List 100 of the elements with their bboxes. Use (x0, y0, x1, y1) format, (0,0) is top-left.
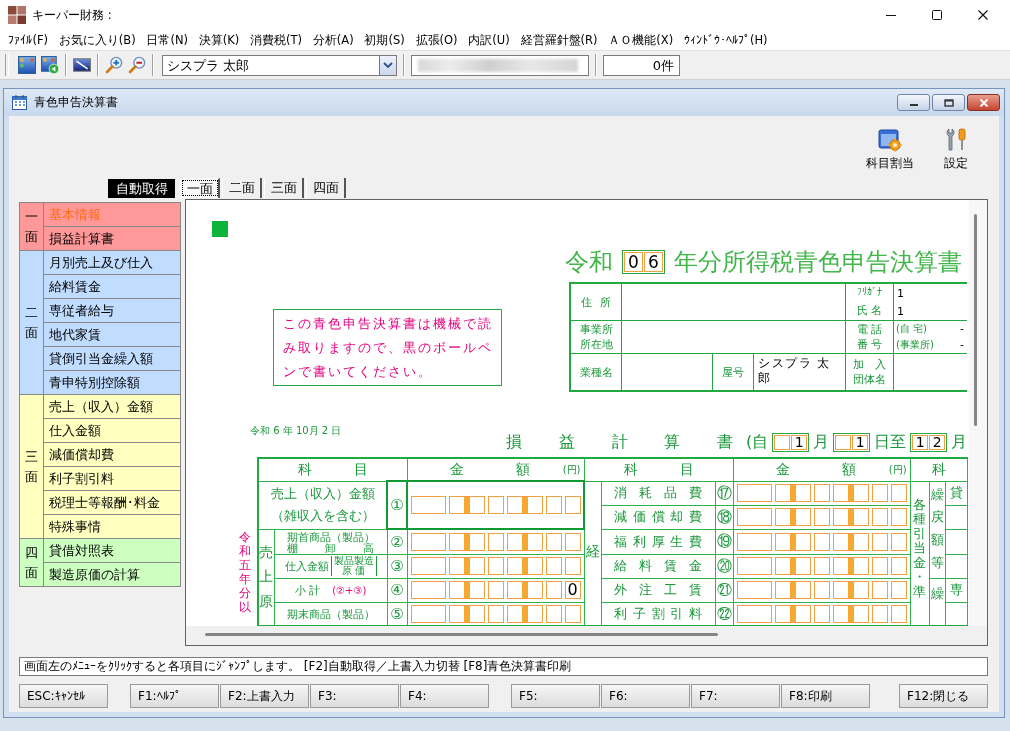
input-field[interactable] (411, 54, 589, 76)
sidebar-item[interactable]: 仕入金額 (44, 419, 180, 443)
restore-button[interactable] (932, 94, 965, 111)
name-field[interactable]: 1 (897, 304, 967, 318)
menu-item[interactable]: 拡張(O) (410, 31, 463, 49)
phone-field[interactable]: - (960, 323, 964, 335)
date-digit-field[interactable]: 1 (833, 433, 871, 452)
close-button[interactable] (967, 94, 1000, 111)
menu-item[interactable]: 日常(N) (141, 31, 194, 49)
minimize-button[interactable] (897, 94, 930, 111)
column-header: 科 目 (623, 460, 694, 479)
close-icon (978, 10, 988, 20)
phone-field[interactable]: - (960, 339, 964, 351)
amount-field[interactable] (736, 557, 907, 575)
function-key-button[interactable]: F1:ﾍﾙﾌﾟ (130, 684, 219, 708)
sidebar-item[interactable]: 月別売上及び仕入 (44, 251, 180, 275)
sidebar-item[interactable]: 貸倒引当金繰入額 (44, 347, 180, 371)
amount-field[interactable] (736, 532, 907, 551)
amount-field[interactable] (736, 604, 907, 623)
screen-icon[interactable] (73, 56, 91, 74)
furigana-field[interactable]: 1 (897, 286, 967, 300)
window-gear-icon (878, 128, 902, 152)
sidebar-item[interactable]: 税理士等報酬･料金 (44, 491, 180, 515)
assign-button[interactable]: 科目割当 (866, 128, 914, 172)
menu-item[interactable]: 内訳(U) (462, 31, 516, 49)
function-key-button[interactable]: F8:印刷 (781, 684, 870, 708)
amount-field[interactable] (410, 532, 581, 551)
association-field[interactable] (894, 354, 967, 390)
sidebar-item[interactable]: 利子割引料 (44, 467, 180, 491)
status-message: 画面左のﾒﾆｭｰをｸﾘｯｸすると各項目にｼﾞｬﾝﾌﾟします。 [F2]自動取得／上書入力切替 [F8]青色決算書印刷 (19, 657, 988, 676)
column-header: 科 (931, 460, 946, 477)
row-label: 期首商品（製品） 棚 卸 高 (286, 531, 375, 553)
count-field[interactable]: 0件 (603, 54, 680, 76)
tab[interactable]: 二面 (222, 178, 262, 198)
field-label: 事業所 所在地 (579, 322, 613, 352)
tab[interactable]: 三面 (264, 178, 304, 198)
sidebar-item[interactable]: 売上（収入）金額 (44, 395, 180, 419)
form-title-era: 令和 (565, 248, 613, 276)
amount-field[interactable] (410, 496, 581, 514)
amount-field[interactable] (410, 557, 581, 575)
desktop-badge-icon[interactable] (41, 56, 59, 74)
amount-field[interactable] (736, 484, 907, 502)
sidebar-item[interactable]: 減価償却費 (44, 443, 180, 467)
address-field[interactable] (622, 284, 845, 320)
amount-field[interactable] (736, 508, 907, 526)
zoom-out-icon[interactable] (128, 56, 146, 74)
function-key-button[interactable]: F3: (310, 684, 399, 708)
window-title: キーパー財務 : (32, 6, 112, 24)
sidebar-item[interactable]: 製造原価の計算 (44, 563, 180, 586)
year-field[interactable]: 0 6 (622, 250, 665, 274)
field-label: ﾌﾘｶﾞﾅ (857, 286, 882, 299)
desktop-icon[interactable] (18, 56, 36, 74)
function-key-button[interactable]: F12:閉じる (899, 684, 988, 708)
function-key-button[interactable]: F7: (691, 684, 780, 708)
sidebar-item[interactable]: 給料賃金 (44, 275, 180, 299)
function-key-button[interactable]: F2:上書入力 (220, 684, 309, 708)
function-key-button[interactable]: F4: (400, 684, 489, 708)
menu-item[interactable]: 決算(K) (193, 31, 245, 49)
settings-button[interactable]: 設定 (944, 128, 968, 172)
function-key-button[interactable]: ESC:ｷｬﾝｾﾙ (19, 684, 108, 708)
function-key-button[interactable]: F6: (601, 684, 690, 708)
vertical-scrollbar[interactable] (969, 200, 987, 626)
trade-name-field[interactable]: シスプラ 太郎 (754, 354, 845, 390)
sidebar-item[interactable]: 専従者給与 (44, 299, 180, 323)
line-number: ⑳ (716, 556, 732, 575)
dropdown-button[interactable] (380, 54, 397, 76)
menu-item[interactable]: 消費税(T) (244, 31, 308, 49)
sidebar-item[interactable]: 損益計算書 (44, 227, 180, 250)
menu-item[interactable]: ﾌｧｲﾙ(F) (3, 31, 54, 49)
group-label: 繰戻額等 (930, 485, 944, 572)
date-digit-field[interactable]: 1 2 (910, 433, 948, 452)
row-label: 貸 (949, 485, 963, 500)
menu-item[interactable]: ＡＯ機能(X) (602, 31, 679, 49)
person-combo[interactable]: シスプラ 太郎 (162, 54, 380, 76)
line-number: ② (390, 532, 404, 551)
sidebar-item[interactable]: 貸借対照表 (44, 539, 180, 563)
sidebar-item[interactable]: 青申特別控除額 (44, 371, 180, 394)
form-title: 年分所得税青色申告決算書 (674, 248, 962, 276)
sidebar-item[interactable]: 地代家賃 (44, 323, 180, 347)
field-label: 電 話 番 号 (856, 322, 883, 352)
sidebar-item[interactable]: 特殊事情 (44, 515, 180, 538)
function-key-button[interactable]: F5: (511, 684, 600, 708)
period-label: 日至 (874, 432, 907, 453)
menu-item[interactable]: お気に入り(B) (53, 31, 142, 49)
document-title: 青色申告決算書 (34, 94, 118, 111)
tab[interactable]: 一面 (180, 178, 220, 198)
menu-item[interactable]: 初期(S) (359, 31, 411, 49)
statement-title: 損 益 計 算 書 (506, 432, 733, 453)
row-label: 給 料 賃 金 (614, 557, 702, 575)
menu-item[interactable]: 経営羅針盤(R) (515, 31, 603, 49)
office-address-field[interactable] (622, 321, 845, 353)
row-label: 利 子 割 引 料 (614, 604, 702, 623)
tab[interactable]: 四面 (306, 178, 346, 198)
date-digit-field[interactable]: 1 (772, 433, 810, 452)
zoom-in-icon[interactable] (105, 56, 123, 74)
business-type-field[interactable] (622, 354, 712, 390)
amount-field[interactable] (410, 604, 581, 623)
menu-item[interactable]: 分析(A) (307, 31, 360, 49)
menu-item[interactable]: ｳｨﾝﾄﾞｳ･ﾍﾙﾌﾟ(H) (678, 31, 773, 49)
amount-field[interactable] (736, 581, 907, 599)
